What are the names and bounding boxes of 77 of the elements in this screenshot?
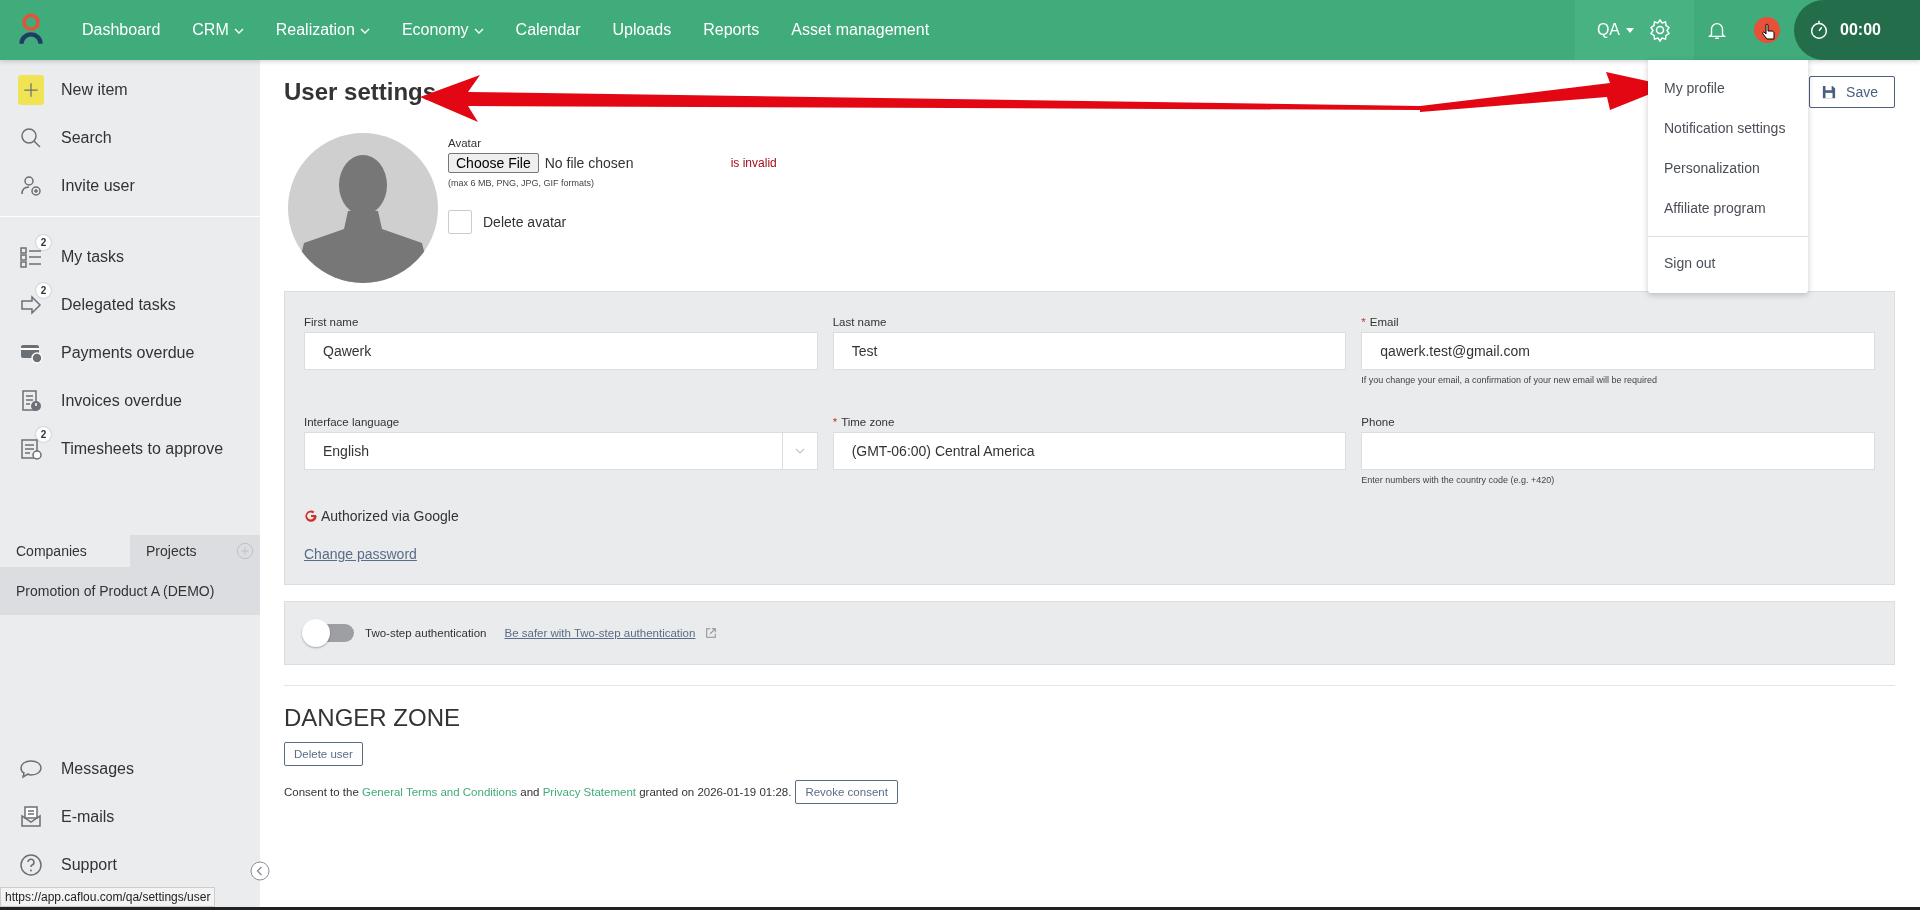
caret-icon bbox=[1626, 27, 1634, 33]
error-message: is invalid bbox=[730, 156, 777, 170]
sidebar-item[interactable]: 2 Delegated tasks bbox=[0, 281, 260, 329]
toggle-switch[interactable] bbox=[301, 618, 355, 648]
required-mark: * bbox=[1361, 316, 1366, 328]
sidebar-item[interactable]: E-mails bbox=[0, 793, 260, 841]
add-icon[interactable] bbox=[236, 542, 254, 560]
help-icon bbox=[19, 853, 43, 877]
section-heading: DANGER ZONE bbox=[284, 704, 461, 732]
field-label: Time zone bbox=[841, 416, 895, 428]
checkbox[interactable] bbox=[448, 210, 472, 234]
required-mark: * bbox=[832, 416, 838, 428]
field-label: First name bbox=[304, 316, 359, 328]
sidebar-item[interactable]: Invoices overdue bbox=[0, 377, 260, 425]
sidebar-item[interactable]: Payments overdue bbox=[0, 329, 260, 377]
collapse-icon[interactable] bbox=[250, 861, 270, 881]
envelope-icon bbox=[19, 805, 43, 829]
menu-item[interactable]: Notification settings bbox=[1648, 108, 1808, 148]
sidebar-item[interactable]: Search bbox=[0, 114, 260, 162]
input-field[interactable]: (GMT-06:00) Central America bbox=[832, 432, 1347, 470]
menu-item[interactable]: Affiliate program bbox=[1648, 188, 1808, 228]
sidebar-item[interactable]: Messages bbox=[0, 745, 260, 793]
sidebar-item[interactable]: 2 My tasks bbox=[0, 233, 260, 281]
field-label: Phone bbox=[1361, 416, 1395, 428]
chevron-down-icon bbox=[233, 28, 244, 34]
user-plus-icon bbox=[19, 174, 43, 198]
timesheet-icon bbox=[19, 437, 43, 461]
count-badge: 2 bbox=[36, 283, 51, 298]
revoke-consent-button[interactable]: Revoke consent bbox=[795, 780, 898, 804]
two-step-link[interactable]: Be safer with Two-step authentication bbox=[504, 627, 696, 639]
input-field[interactable]: qawerk.test@gmail.com bbox=[1361, 332, 1875, 370]
checklist-icon bbox=[19, 245, 43, 269]
input-field[interactable]: Qawerk bbox=[304, 332, 818, 370]
field-label: Last name bbox=[832, 316, 887, 328]
toggle-label: Two-step authentication bbox=[365, 627, 487, 639]
field-label: Email bbox=[1369, 316, 1399, 328]
auth-status: Authorized via Google bbox=[321, 508, 459, 524]
field-label: Interface language bbox=[304, 416, 400, 428]
hint-text: If you change your email, a confirmation of your new email will be required bbox=[1361, 375, 1658, 385]
sidebar-item[interactable]: 2 Timesheets to approve bbox=[0, 425, 260, 473]
hint-text: (max 6 MB, PNG, JPG, GIF formats) bbox=[448, 178, 596, 188]
checkbox-label: Delete avatar bbox=[483, 214, 567, 230]
google-icon bbox=[304, 509, 318, 523]
menu-item[interactable]: Personalization bbox=[1648, 148, 1808, 188]
file-status: No file chosen bbox=[544, 155, 635, 171]
stopwatch-icon bbox=[1808, 19, 1830, 41]
field-label: Avatar bbox=[448, 137, 483, 149]
chevron-down-icon bbox=[359, 28, 370, 34]
timer-text: 00:00 bbox=[1840, 21, 1881, 39]
chevron-down-icon bbox=[473, 28, 484, 34]
sidebar-item[interactable]: Support bbox=[0, 841, 260, 889]
choose-file-button[interactable]: Choose File bbox=[448, 153, 539, 173]
delete-user-button[interactable]: Delete user bbox=[284, 742, 363, 766]
sidebar-item[interactable]: Invite user bbox=[0, 162, 260, 210]
sidebar-item[interactable]: New item bbox=[0, 66, 260, 114]
input-field[interactable] bbox=[1361, 432, 1875, 470]
speech-bubble-icon bbox=[19, 757, 43, 781]
search-icon bbox=[19, 126, 43, 150]
menu-item[interactable]: Sign out bbox=[1648, 243, 1808, 283]
menu-item[interactable]: My profile bbox=[1648, 68, 1808, 108]
url-tooltip: https://app.caflou.com/qa/settings/user bbox=[0, 887, 216, 907]
input-field[interactable]: Test bbox=[832, 332, 1347, 370]
count-badge: 2 bbox=[36, 235, 51, 250]
external-link-icon bbox=[705, 627, 718, 639]
sidebar-tab[interactable]: Projects bbox=[130, 535, 260, 567]
timer-button[interactable]: 00:00 bbox=[1794, 0, 1920, 60]
hint-text: Enter numbers with the country code (e.g. +420) bbox=[1361, 475, 1556, 485]
save-button[interactable]: Save bbox=[1809, 76, 1895, 108]
settings-icon[interactable] bbox=[1648, 18, 1672, 42]
consent-text: Consent to the General Terms and Conditions and Privacy Statement granted on 2026-01-19 01:28. bbox=[284, 786, 792, 798]
count-badge: 2 bbox=[36, 427, 51, 442]
avatar-button[interactable] bbox=[1752, 15, 1782, 45]
invoice-icon bbox=[19, 389, 43, 413]
select-field[interactable]: English bbox=[304, 432, 818, 470]
plus-icon bbox=[18, 75, 44, 105]
arrow-icon bbox=[19, 293, 43, 317]
change-password-link[interactable]: Change password bbox=[304, 546, 417, 562]
